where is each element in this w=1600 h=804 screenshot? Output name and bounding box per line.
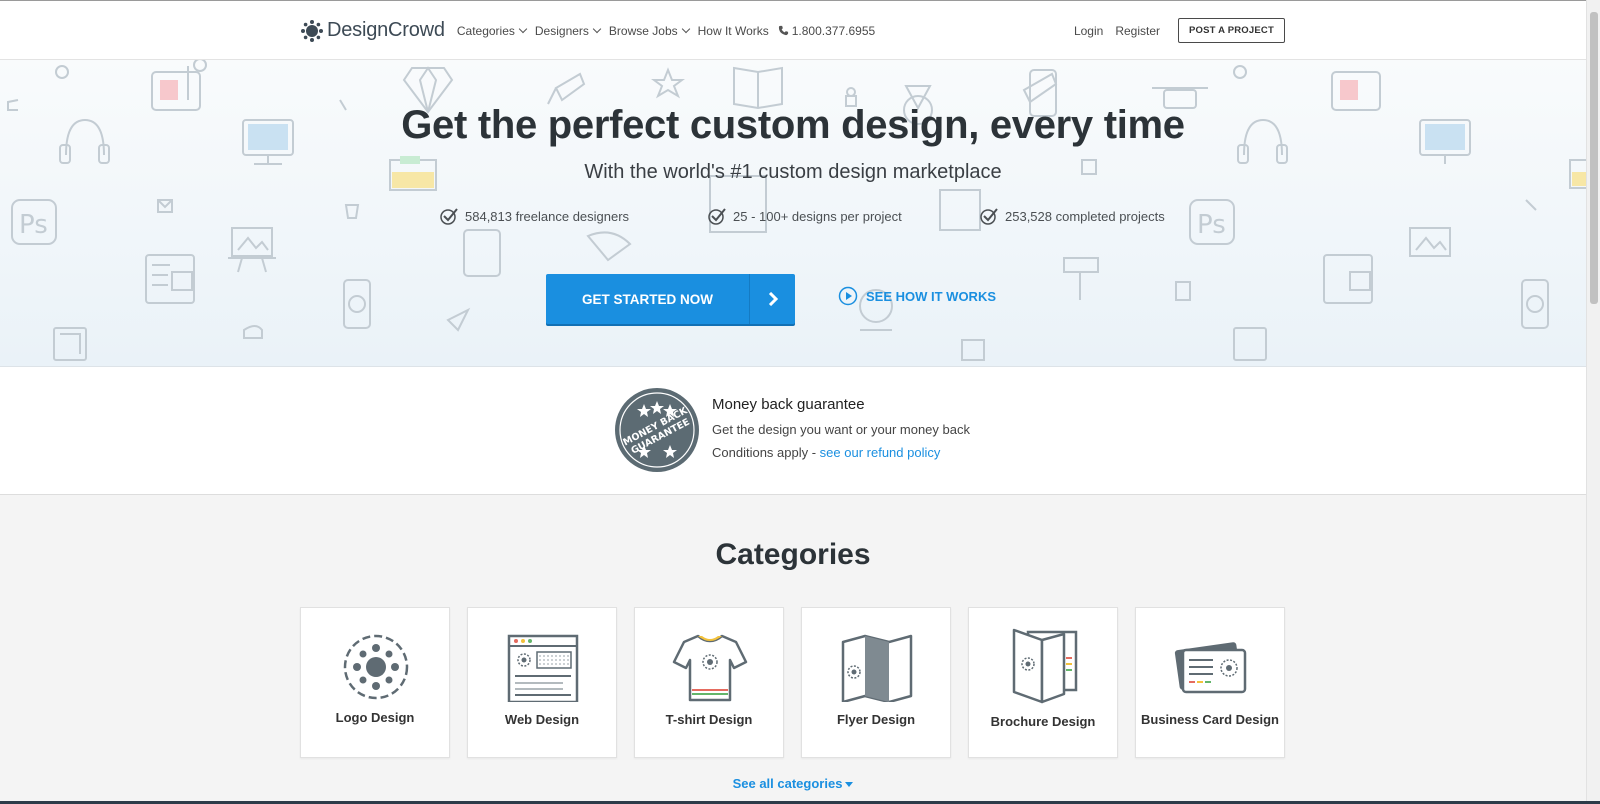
- category-card-business-card-design[interactable]: Business Card Design: [1135, 607, 1285, 758]
- guarantee-section: MONEY BACK GUARANTEE Money back guarante…: [0, 367, 1586, 495]
- category-label: T-shirt Design: [665, 712, 753, 727]
- category-card-flyer-design[interactable]: Flyer Design: [801, 607, 951, 758]
- chevron-down-icon: [592, 24, 602, 34]
- category-cards: Logo Design Web Design T-shirt Design Fl…: [300, 607, 1285, 759]
- refund-policy-link[interactable]: see our refund policy: [820, 445, 941, 460]
- guarantee-title: Money back guarantee: [712, 396, 865, 413]
- brand-name: DesignCrowd: [327, 19, 445, 41]
- chevron-down-icon: [681, 24, 690, 34]
- chevron-right-icon: [749, 274, 795, 324]
- designcrowd-splat-icon: [301, 19, 323, 42]
- get-started-button[interactable]: GET STARTED NOW: [546, 274, 795, 324]
- post-project-button[interactable]: POST A PROJECT: [1178, 18, 1285, 43]
- phone-icon: [778, 25, 788, 36]
- category-label: Web Design: [504, 712, 580, 727]
- category-card-brochure-design[interactable]: Brochure Design: [968, 607, 1118, 758]
- chevron-down-icon: [518, 24, 528, 34]
- category-label: Flyer Design: [836, 712, 916, 727]
- category-card-web-design[interactable]: Web Design: [467, 607, 617, 758]
- header-inner: DesignCrowd Categories Designers Browse …: [300, 1, 1285, 60]
- web-design-icon: [507, 634, 579, 702]
- money-back-badge-icon: MONEY BACK GUARANTEE: [615, 388, 699, 472]
- nav-designers[interactable]: Designers: [534, 23, 602, 38]
- site-header: DesignCrowd Categories Designers Browse …: [0, 0, 1586, 60]
- nav-how-it-works[interactable]: How It Works: [698, 24, 769, 38]
- hero-section: Ps Ps Get the perfect custom design, eve…: [0, 60, 1586, 367]
- get-started-label: GET STARTED NOW: [582, 291, 713, 307]
- brand-logo[interactable]: DesignCrowd: [300, 11, 445, 51]
- svg-text:Ps: Ps: [19, 210, 48, 240]
- checkmark-circle-icon: [708, 208, 726, 225]
- svg-text:Ps: Ps: [1197, 210, 1226, 240]
- category-label: Brochure Design: [990, 714, 1096, 729]
- checkmark-circle-icon: [980, 208, 998, 225]
- stat-designs-text: 25 - 100+ designs per project: [733, 208, 902, 224]
- scrollbar-thumb[interactable]: [1590, 12, 1598, 304]
- stat-designers-text: 584,813 freelance designers: [465, 208, 630, 224]
- category-card-tshirt-design[interactable]: T-shirt Design: [634, 607, 784, 758]
- guarantee-conditions: Conditions apply - see our refund policy: [712, 445, 940, 460]
- register-link[interactable]: Register: [1115, 24, 1160, 38]
- stat-completed-text: 253,528 completed projects: [1005, 208, 1165, 224]
- nav-categories[interactable]: Categories: [456, 23, 528, 38]
- nav-browse-jobs-label: Browse Jobs: [608, 23, 678, 38]
- logo-design-icon: [343, 634, 409, 700]
- checkmark-circle-icon: [440, 208, 458, 225]
- nav-phone[interactable]: 1.800.377.6955: [778, 24, 875, 38]
- phone-number: 1.800.377.6955: [791, 23, 876, 38]
- see-all-categories-link[interactable]: See all categories: [0, 776, 1586, 791]
- play-circle-icon: [838, 286, 858, 306]
- nav-designers-label: Designers: [534, 23, 589, 38]
- login-link[interactable]: Login: [1074, 24, 1103, 38]
- nav-categories-label: Categories: [456, 23, 515, 38]
- categories-title: Categories: [715, 538, 871, 571]
- brochure-design-icon: [1012, 628, 1078, 704]
- conditions-prefix: Conditions apply -: [712, 445, 820, 460]
- nav-browse-jobs[interactable]: Browse Jobs: [608, 23, 690, 38]
- see-how-it-works-label: SEE HOW IT WORKS: [866, 288, 996, 304]
- category-label: Logo Design: [335, 710, 415, 725]
- stat-designers: 584,813 freelance designers: [439, 206, 629, 226]
- flyer-design-icon: [841, 634, 913, 702]
- category-label: Business Card Design: [1141, 712, 1279, 727]
- hero-title: Get the perfect custom design, every tim…: [401, 103, 1185, 147]
- caret-down-icon: [845, 782, 854, 788]
- hero-subtitle: With the world's #1 custom design market…: [584, 161, 1002, 183]
- nav-how-it-works-label: How It Works: [697, 23, 769, 38]
- business-card-design-icon: [1174, 642, 1247, 694]
- header-account: Login Register POST A PROJECT: [1074, 18, 1285, 43]
- see-all-label: See all categories: [732, 776, 843, 791]
- tshirt-design-icon: [672, 634, 748, 702]
- stat-designs-per-project: 25 - 100+ designs per project: [707, 206, 902, 226]
- guarantee-description: Get the design you want or your money ba…: [712, 422, 970, 437]
- page-scrollbar[interactable]: [1586, 0, 1600, 804]
- see-how-it-works-link[interactable]: SEE HOW IT WORKS: [838, 286, 996, 306]
- stat-completed-projects: 253,528 completed projects: [979, 206, 1165, 226]
- category-card-logo-design[interactable]: Logo Design: [300, 607, 450, 758]
